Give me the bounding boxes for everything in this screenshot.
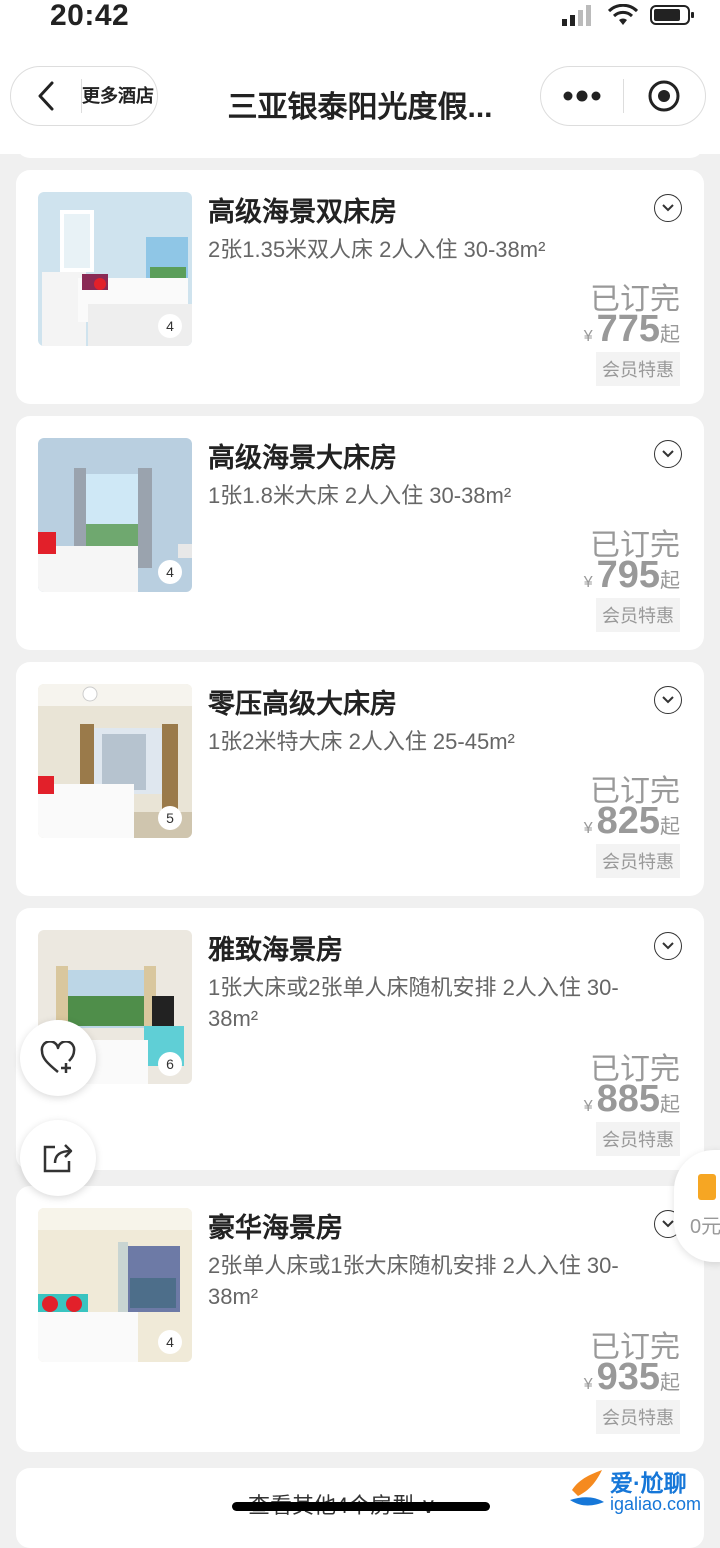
room-card[interactable]: 4 豪华海景房 2张单人床或1张大床随机安排 2人入住 30-38m² 已订完 … <box>16 1186 704 1452</box>
chevron-down-circle-icon <box>662 450 674 458</box>
room-photo[interactable]: 4 <box>38 192 192 346</box>
room-name: 高级海景大床房 <box>208 443 397 473</box>
chevron-down-circle-icon <box>662 942 674 950</box>
member-discount-tag: 会员特惠 <box>596 844 680 878</box>
price: ¥ 885 起 <box>584 1078 680 1121</box>
currency-symbol: ¥ <box>583 820 593 837</box>
currency-symbol: ¥ <box>583 1376 593 1393</box>
currency-symbol: ¥ <box>583 574 593 591</box>
share-button[interactable] <box>20 1120 96 1196</box>
room-card[interactable]: 4 高级海景双床房 2张1.35米双人床 2人入住 30-38m² 已订完 ¥ … <box>16 170 704 404</box>
favorite-button[interactable] <box>20 1020 96 1096</box>
price: ¥ 795 起 <box>584 554 680 597</box>
watermark-text: 爱·尬聊 <box>610 1470 687 1496</box>
nav-left-capsule: 更多酒店 <box>10 66 158 126</box>
room-card[interactable]: 4 高级海景大床房 1张1.8米大床 2人入住 30-38m² 已订完 ¥ 79… <box>16 416 704 650</box>
side-widget-label: 0元 <box>690 1216 720 1238</box>
battery-icon <box>650 5 694 25</box>
expand-button[interactable] <box>654 440 682 468</box>
room-name: 高级海景双床房 <box>208 197 397 227</box>
coupon-icon <box>698 1174 716 1200</box>
watermark: 爱·尬聊 igaliao.com <box>566 1460 716 1520</box>
price-value: 825 <box>596 800 660 842</box>
expand-button[interactable] <box>654 686 682 714</box>
page-title: 三亚银泰阳光度假... <box>227 91 493 124</box>
price-suffix: 起 <box>660 1094 680 1116</box>
member-discount-tag: 会员特惠 <box>596 598 680 632</box>
price-value: 935 <box>596 1356 660 1398</box>
chevron-down-circle-icon <box>662 696 674 704</box>
price: ¥ 935 起 <box>584 1356 680 1399</box>
room-desc: 1张大床或2张单人床随机安排 2人入住 30-38m² <box>208 975 619 1031</box>
room-desc: 2张单人床或1张大床随机安排 2人入住 30-38m² <box>208 1253 619 1309</box>
more-dots-icon <box>563 90 601 102</box>
photo-count-badge: 6 <box>158 1052 182 1076</box>
back-button[interactable] <box>11 67 81 125</box>
chevron-down-circle-icon <box>662 204 674 212</box>
currency-symbol: ¥ <box>583 328 593 345</box>
room-photo[interactable]: 5 <box>38 684 192 838</box>
status-time: 20:42 <box>50 0 130 32</box>
price-suffix: 起 <box>660 570 680 592</box>
watermark-url: igaliao.com <box>610 1494 702 1514</box>
more-hotels-button[interactable]: 更多酒店 <box>82 86 154 106</box>
expand-button[interactable] <box>654 932 682 960</box>
room-card[interactable]: 5 零压高级大床房 1张2米特大床 2人入住 25-45m² 已订完 ¥ 825… <box>16 662 704 896</box>
room-desc: 1张1.8米大床 2人入住 30-38m² <box>208 483 512 508</box>
target-icon <box>648 80 680 112</box>
signal-icon <box>562 5 591 26</box>
member-discount-tag: 会员特惠 <box>596 352 680 386</box>
price-suffix: 起 <box>660 324 680 346</box>
bird-logo-icon <box>570 1470 604 1506</box>
share-icon <box>43 1144 73 1173</box>
room-name: 零压高级大床房 <box>208 689 397 719</box>
more-menu-button[interactable] <box>541 67 623 125</box>
chevron-left-icon <box>38 81 54 111</box>
room-photo[interactable]: 4 <box>38 438 192 592</box>
wifi-icon <box>608 4 638 25</box>
room-name: 雅致海景房 <box>208 935 343 965</box>
room-name: 豪华海景房 <box>208 1213 343 1243</box>
room-desc: 1张2米特大床 2人入住 25-45m² <box>208 729 515 754</box>
status-bar: 20:42 <box>0 0 720 44</box>
photo-count-badge: 4 <box>158 314 182 338</box>
member-discount-tag: 会员特惠 <box>596 1122 680 1156</box>
chevron-down-circle-icon <box>662 1220 674 1228</box>
side-cart-widget[interactable]: 0元 <box>674 1150 720 1262</box>
currency-symbol: ¥ <box>583 1098 593 1115</box>
price-value: 885 <box>596 1078 660 1120</box>
photo-count-badge: 4 <box>158 560 182 584</box>
expand-button[interactable] <box>654 194 682 222</box>
price: ¥ 825 起 <box>584 800 680 843</box>
previous-card-bottom <box>16 134 704 158</box>
member-discount-tag: 会员特惠 <box>596 1400 680 1434</box>
room-desc: 2张1.35米双人床 2人入住 30-38m² <box>208 237 546 262</box>
room-photo[interactable]: 4 <box>38 1208 192 1362</box>
photo-count-badge: 5 <box>158 806 182 830</box>
close-mini-program-button[interactable] <box>624 67 706 125</box>
photo-count-badge: 4 <box>158 1330 182 1354</box>
price: ¥ 775 起 <box>584 308 680 351</box>
price-suffix: 起 <box>660 1372 680 1394</box>
mini-program-capsule <box>540 66 706 126</box>
price-value: 775 <box>596 308 660 350</box>
price-suffix: 起 <box>660 816 680 838</box>
heart-plus-icon <box>40 1041 76 1073</box>
room-card[interactable]: 6 雅致海景房 1张大床或2张单人床随机安排 2人入住 30-38m² 已订完 … <box>16 908 704 1170</box>
price-value: 795 <box>596 554 660 596</box>
home-indicator <box>232 1502 490 1511</box>
